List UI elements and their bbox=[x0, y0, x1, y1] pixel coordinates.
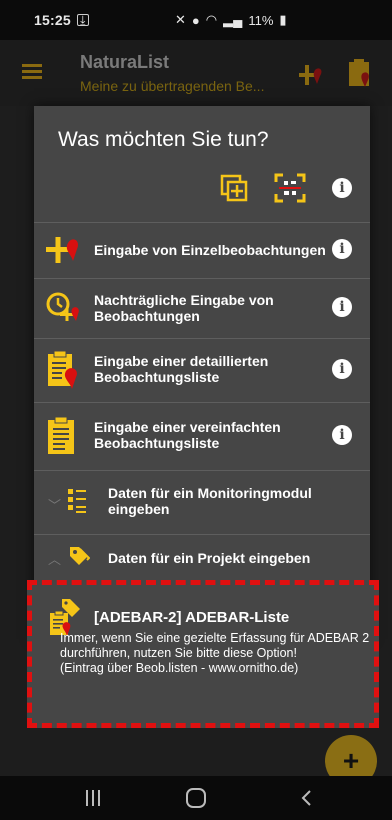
tag-icon bbox=[70, 547, 90, 565]
status-time: 15:25 bbox=[34, 12, 71, 28]
expander-monitoring-module[interactable]: ﹀ Daten für ein Monitoringmodul eingeben bbox=[34, 471, 370, 533]
back-icon[interactable] bbox=[300, 790, 312, 806]
chevron-down-icon: ﹀ bbox=[48, 498, 62, 513]
option-label: Nachträgliche Eingabe von Beobachtungen bbox=[94, 292, 274, 324]
expander-project[interactable]: ︿ Daten für ein Projekt eingeben bbox=[34, 535, 370, 579]
chevron-up-icon: ︿ bbox=[48, 552, 62, 567]
status-bar: 15:25 ⤓ ✕ ● ◠ ▂▄ 11% ▮ bbox=[0, 0, 392, 40]
mute-icon: ✕ bbox=[175, 12, 186, 27]
clipboard-icon[interactable] bbox=[348, 58, 372, 88]
option-simple-list[interactable]: Eingabe einer vereinfachten Beobachtungs… bbox=[34, 403, 370, 469]
app-title: NaturaList bbox=[80, 52, 170, 72]
card-description-block: Immer, wenn Sie eine gezielte Erfassung … bbox=[60, 631, 370, 676]
add-observation-icon[interactable] bbox=[296, 62, 324, 88]
status-indicators: ✕ ● ◠ ▂▄ 11% ▮ bbox=[175, 12, 287, 28]
info-icon[interactable]: i bbox=[332, 425, 352, 445]
add-observation-icon bbox=[46, 237, 79, 263]
wifi-icon: ◠ bbox=[205, 12, 218, 27]
project-card-adebar[interactable]: [ADEBAR-2] ADEBAR-Liste Immer, wenn Sie … bbox=[27, 580, 379, 728]
signal-icon: ▂▄ bbox=[223, 12, 243, 27]
detailed-list-icon bbox=[48, 350, 77, 389]
info-icon[interactable]: i bbox=[332, 239, 352, 259]
action-dialog: Was möchten Sie tun? i Eingabe von Einze… bbox=[34, 106, 370, 639]
app-bar: NaturaList Meine zu übertragenden Be... bbox=[0, 40, 392, 106]
app-subtitle: Meine zu übertragenden Be... bbox=[80, 78, 265, 94]
home-icon[interactable] bbox=[186, 788, 206, 808]
expander-label: Daten für ein Monitoringmodul eingeben bbox=[108, 485, 312, 517]
battery-level: 11% bbox=[248, 12, 274, 28]
notification-icon: ⤓ bbox=[76, 13, 89, 27]
card-note: (Eintrag über Beob.listen - www.ornitho.… bbox=[60, 661, 299, 675]
info-icon[interactable]: i bbox=[332, 178, 352, 198]
option-single-observations[interactable]: Eingabe von Einzelbeobachtungen i bbox=[34, 223, 370, 277]
option-detailed-list[interactable]: Eingabe einer detaillierten Beobachtungs… bbox=[34, 339, 370, 401]
monitoring-module-icon bbox=[68, 489, 86, 513]
copy-add-icon[interactable] bbox=[220, 174, 248, 202]
info-icon[interactable]: i bbox=[332, 359, 352, 379]
recent-apps-icon[interactable] bbox=[86, 790, 100, 806]
option-label: Eingabe einer detaillierten Beobachtungs… bbox=[94, 353, 269, 385]
option-label: Eingabe von Einzelbeobachtungen bbox=[94, 242, 326, 258]
clock-add-icon bbox=[46, 292, 79, 321]
simple-list-icon bbox=[48, 416, 74, 454]
option-later-observations[interactable]: Nachträgliche Eingabe von Beobachtungen … bbox=[34, 279, 370, 337]
info-icon[interactable]: i bbox=[332, 297, 352, 317]
dialog-title: Was möchten Sie tun? bbox=[58, 128, 269, 151]
option-label: Eingabe einer vereinfachten Beobachtungs… bbox=[94, 419, 281, 451]
battery-icon: ▮ bbox=[279, 12, 287, 27]
location-icon: ● bbox=[191, 12, 200, 28]
card-title: [ADEBAR-2] ADEBAR-Liste bbox=[94, 609, 290, 626]
expander-label: Daten für ein Projekt eingeben bbox=[108, 550, 311, 566]
menu-icon[interactable] bbox=[22, 64, 42, 79]
qr-scan-icon[interactable] bbox=[274, 172, 306, 204]
system-navigation-bar bbox=[0, 776, 392, 820]
dialog-header-icons: i bbox=[34, 172, 370, 212]
card-description: Immer, wenn Sie eine gezielte Erfassung … bbox=[60, 631, 370, 660]
